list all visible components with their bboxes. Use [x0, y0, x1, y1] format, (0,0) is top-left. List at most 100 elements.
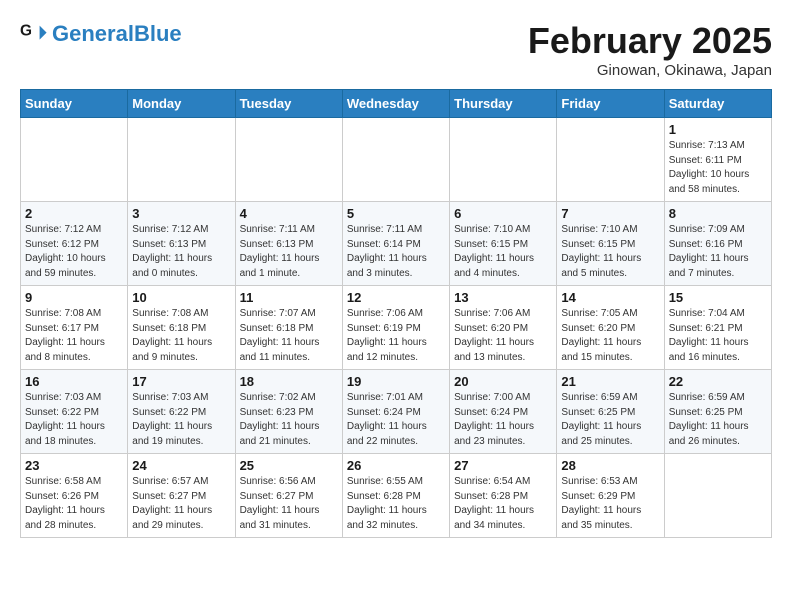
day-number: 6: [454, 206, 552, 221]
day-cell: [342, 118, 449, 202]
day-info: Sunrise: 6:59 AM Sunset: 6:25 PM Dayligh…: [669, 391, 767, 449]
weekday-header-wednesday: Wednesday: [342, 90, 449, 118]
day-number: 1: [669, 122, 767, 137]
logo-general: General: [52, 21, 134, 46]
day-cell: 25 Sunrise: 6:56 AM Sunset: 6:27 PM Dayli…: [235, 454, 342, 538]
day-info: Sunrise: 7:07 AM Sunset: 6:18 PM Dayligh…: [240, 307, 338, 365]
day-cell: 4Sunrise: 7:11 AM Sunset: 6:13 PM Daylig…: [235, 202, 342, 286]
week-row-4: 16 Sunrise: 7:03 AM Sunset: 6:22 PM Dayli…: [21, 370, 772, 454]
title-area: February 2025 Ginowan, Okinawa, Japan: [528, 20, 772, 79]
day-number: 26: [347, 458, 445, 473]
day-cell: [450, 118, 557, 202]
day-info: Sunrise: 6:59 AM Sunset: 6:25 PM Dayligh…: [561, 391, 659, 449]
day-number: 18: [240, 374, 338, 389]
day-info: Sunrise: 7:02 AM Sunset: 6:23 PM Dayligh…: [240, 391, 338, 449]
header: G GeneralBlue February 2025 Ginowan, Oki…: [20, 20, 772, 79]
day-number: 4: [240, 206, 338, 221]
day-cell: 5 Sunrise: 7:11 AM Sunset: 6:14 PM Daylig…: [342, 202, 449, 286]
day-cell: [557, 118, 664, 202]
week-row-3: 9Sunrise: 7:08 AM Sunset: 6:17 PM Daylig…: [21, 286, 772, 370]
day-number: 11: [240, 290, 338, 305]
day-info: Sunrise: 7:03 AM Sunset: 6:22 PM Dayligh…: [25, 391, 123, 449]
day-number: 5: [347, 206, 445, 221]
weekday-header-saturday: Saturday: [664, 90, 771, 118]
day-cell: 10 Sunrise: 7:08 AM Sunset: 6:18 PM Dayli…: [128, 286, 235, 370]
day-cell: 15Sunrise: 7:04 AM Sunset: 6:21 PM Dayli…: [664, 286, 771, 370]
day-info: Sunrise: 6:58 AM Sunset: 6:26 PM Dayligh…: [25, 475, 123, 533]
day-cell: [21, 118, 128, 202]
day-number: 12: [347, 290, 445, 305]
weekday-header-tuesday: Tuesday: [235, 90, 342, 118]
weekday-header-row: SundayMondayTuesdayWednesdayThursdayFrid…: [21, 90, 772, 118]
day-info: Sunrise: 7:04 AM Sunset: 6:21 PM Dayligh…: [669, 307, 767, 365]
day-info: Sunrise: 7:12 AM Sunset: 6:13 PM Dayligh…: [132, 223, 230, 281]
day-cell: 12 Sunrise: 7:06 AM Sunset: 6:19 PM Dayli…: [342, 286, 449, 370]
day-info: Sunrise: 7:13 AM Sunset: 6:11 PM Dayligh…: [669, 139, 767, 197]
weekday-header-sunday: Sunday: [21, 90, 128, 118]
day-cell: 24 Sunrise: 6:57 AM Sunset: 6:27 PM Dayli…: [128, 454, 235, 538]
day-info: Sunrise: 7:06 AM Sunset: 6:19 PM Dayligh…: [347, 307, 445, 365]
day-info: Sunrise: 7:06 AM Sunset: 6:20 PM Dayligh…: [454, 307, 552, 365]
logo: G GeneralBlue: [20, 20, 182, 48]
day-cell: 13 Sunrise: 7:06 AM Sunset: 6:20 PM Dayli…: [450, 286, 557, 370]
day-cell: [664, 454, 771, 538]
day-cell: 3 Sunrise: 7:12 AM Sunset: 6:13 PM Daylig…: [128, 202, 235, 286]
day-cell: 14Sunrise: 7:05 AM Sunset: 6:20 PM Dayli…: [557, 286, 664, 370]
day-number: 2: [25, 206, 123, 221]
day-cell: 2 Sunrise: 7:12 AM Sunset: 6:12 PM Daylig…: [21, 202, 128, 286]
day-info: Sunrise: 6:57 AM Sunset: 6:27 PM Dayligh…: [132, 475, 230, 533]
day-info: Sunrise: 7:12 AM Sunset: 6:12 PM Dayligh…: [25, 223, 123, 281]
day-info: Sunrise: 6:55 AM Sunset: 6:28 PM Dayligh…: [347, 475, 445, 533]
day-info: Sunrise: 7:09 AM Sunset: 6:16 PM Dayligh…: [669, 223, 767, 281]
day-number: 13: [454, 290, 552, 305]
day-number: 16: [25, 374, 123, 389]
day-number: 27: [454, 458, 552, 473]
day-info: Sunrise: 7:10 AM Sunset: 6:15 PM Dayligh…: [454, 223, 552, 281]
day-cell: 21 Sunrise: 6:59 AM Sunset: 6:25 PM Dayli…: [557, 370, 664, 454]
day-cell: 26 Sunrise: 6:55 AM Sunset: 6:28 PM Dayli…: [342, 454, 449, 538]
day-cell: 22 Sunrise: 6:59 AM Sunset: 6:25 PM Dayli…: [664, 370, 771, 454]
svg-text:G: G: [20, 22, 32, 39]
logo-text: GeneralBlue: [52, 23, 182, 45]
day-cell: [128, 118, 235, 202]
day-cell: 9Sunrise: 7:08 AM Sunset: 6:17 PM Daylig…: [21, 286, 128, 370]
day-info: Sunrise: 7:08 AM Sunset: 6:17 PM Dayligh…: [25, 307, 123, 365]
day-cell: 18 Sunrise: 7:02 AM Sunset: 6:23 PM Dayli…: [235, 370, 342, 454]
day-info: Sunrise: 6:53 AM Sunset: 6:29 PM Dayligh…: [561, 475, 659, 533]
day-number: 10: [132, 290, 230, 305]
day-cell: 17Sunrise: 7:03 AM Sunset: 6:22 PM Dayli…: [128, 370, 235, 454]
day-number: 21: [561, 374, 659, 389]
day-cell: 27Sunrise: 6:54 AM Sunset: 6:28 PM Dayli…: [450, 454, 557, 538]
day-info: Sunrise: 7:08 AM Sunset: 6:18 PM Dayligh…: [132, 307, 230, 365]
month-title: February 2025: [528, 20, 772, 62]
day-cell: 28 Sunrise: 6:53 AM Sunset: 6:29 PM Dayli…: [557, 454, 664, 538]
day-info: Sunrise: 7:11 AM Sunset: 6:14 PM Dayligh…: [347, 223, 445, 281]
day-info: Sunrise: 7:10 AM Sunset: 6:15 PM Dayligh…: [561, 223, 659, 281]
day-number: 25: [240, 458, 338, 473]
day-cell: 8 Sunrise: 7:09 AM Sunset: 6:16 PM Daylig…: [664, 202, 771, 286]
day-number: 7: [561, 206, 659, 221]
day-cell: 16 Sunrise: 7:03 AM Sunset: 6:22 PM Dayli…: [21, 370, 128, 454]
week-row-2: 2 Sunrise: 7:12 AM Sunset: 6:12 PM Daylig…: [21, 202, 772, 286]
day-info: Sunrise: 7:05 AM Sunset: 6:20 PM Dayligh…: [561, 307, 659, 365]
day-cell: 20 Sunrise: 7:00 AM Sunset: 6:24 PM Dayli…: [450, 370, 557, 454]
day-number: 8: [669, 206, 767, 221]
day-number: 24: [132, 458, 230, 473]
day-number: 19: [347, 374, 445, 389]
day-number: 3: [132, 206, 230, 221]
day-info: Sunrise: 7:03 AM Sunset: 6:22 PM Dayligh…: [132, 391, 230, 449]
day-info: Sunrise: 6:56 AM Sunset: 6:27 PM Dayligh…: [240, 475, 338, 533]
day-cell: 7 Sunrise: 7:10 AM Sunset: 6:15 PM Daylig…: [557, 202, 664, 286]
day-info: Sunrise: 7:00 AM Sunset: 6:24 PM Dayligh…: [454, 391, 552, 449]
day-cell: [235, 118, 342, 202]
day-number: 20: [454, 374, 552, 389]
week-row-1: 1 Sunrise: 7:13 AM Sunset: 6:11 PM Daylig…: [21, 118, 772, 202]
day-cell: 19Sunrise: 7:01 AM Sunset: 6:24 PM Dayli…: [342, 370, 449, 454]
day-cell: 6 Sunrise: 7:10 AM Sunset: 6:15 PM Daylig…: [450, 202, 557, 286]
weekday-header-monday: Monday: [128, 90, 235, 118]
day-number: 22: [669, 374, 767, 389]
calendar: SundayMondayTuesdayWednesdayThursdayFrid…: [20, 89, 772, 538]
day-cell: 11 Sunrise: 7:07 AM Sunset: 6:18 PM Dayli…: [235, 286, 342, 370]
logo-icon: G: [20, 20, 48, 48]
day-number: 28: [561, 458, 659, 473]
